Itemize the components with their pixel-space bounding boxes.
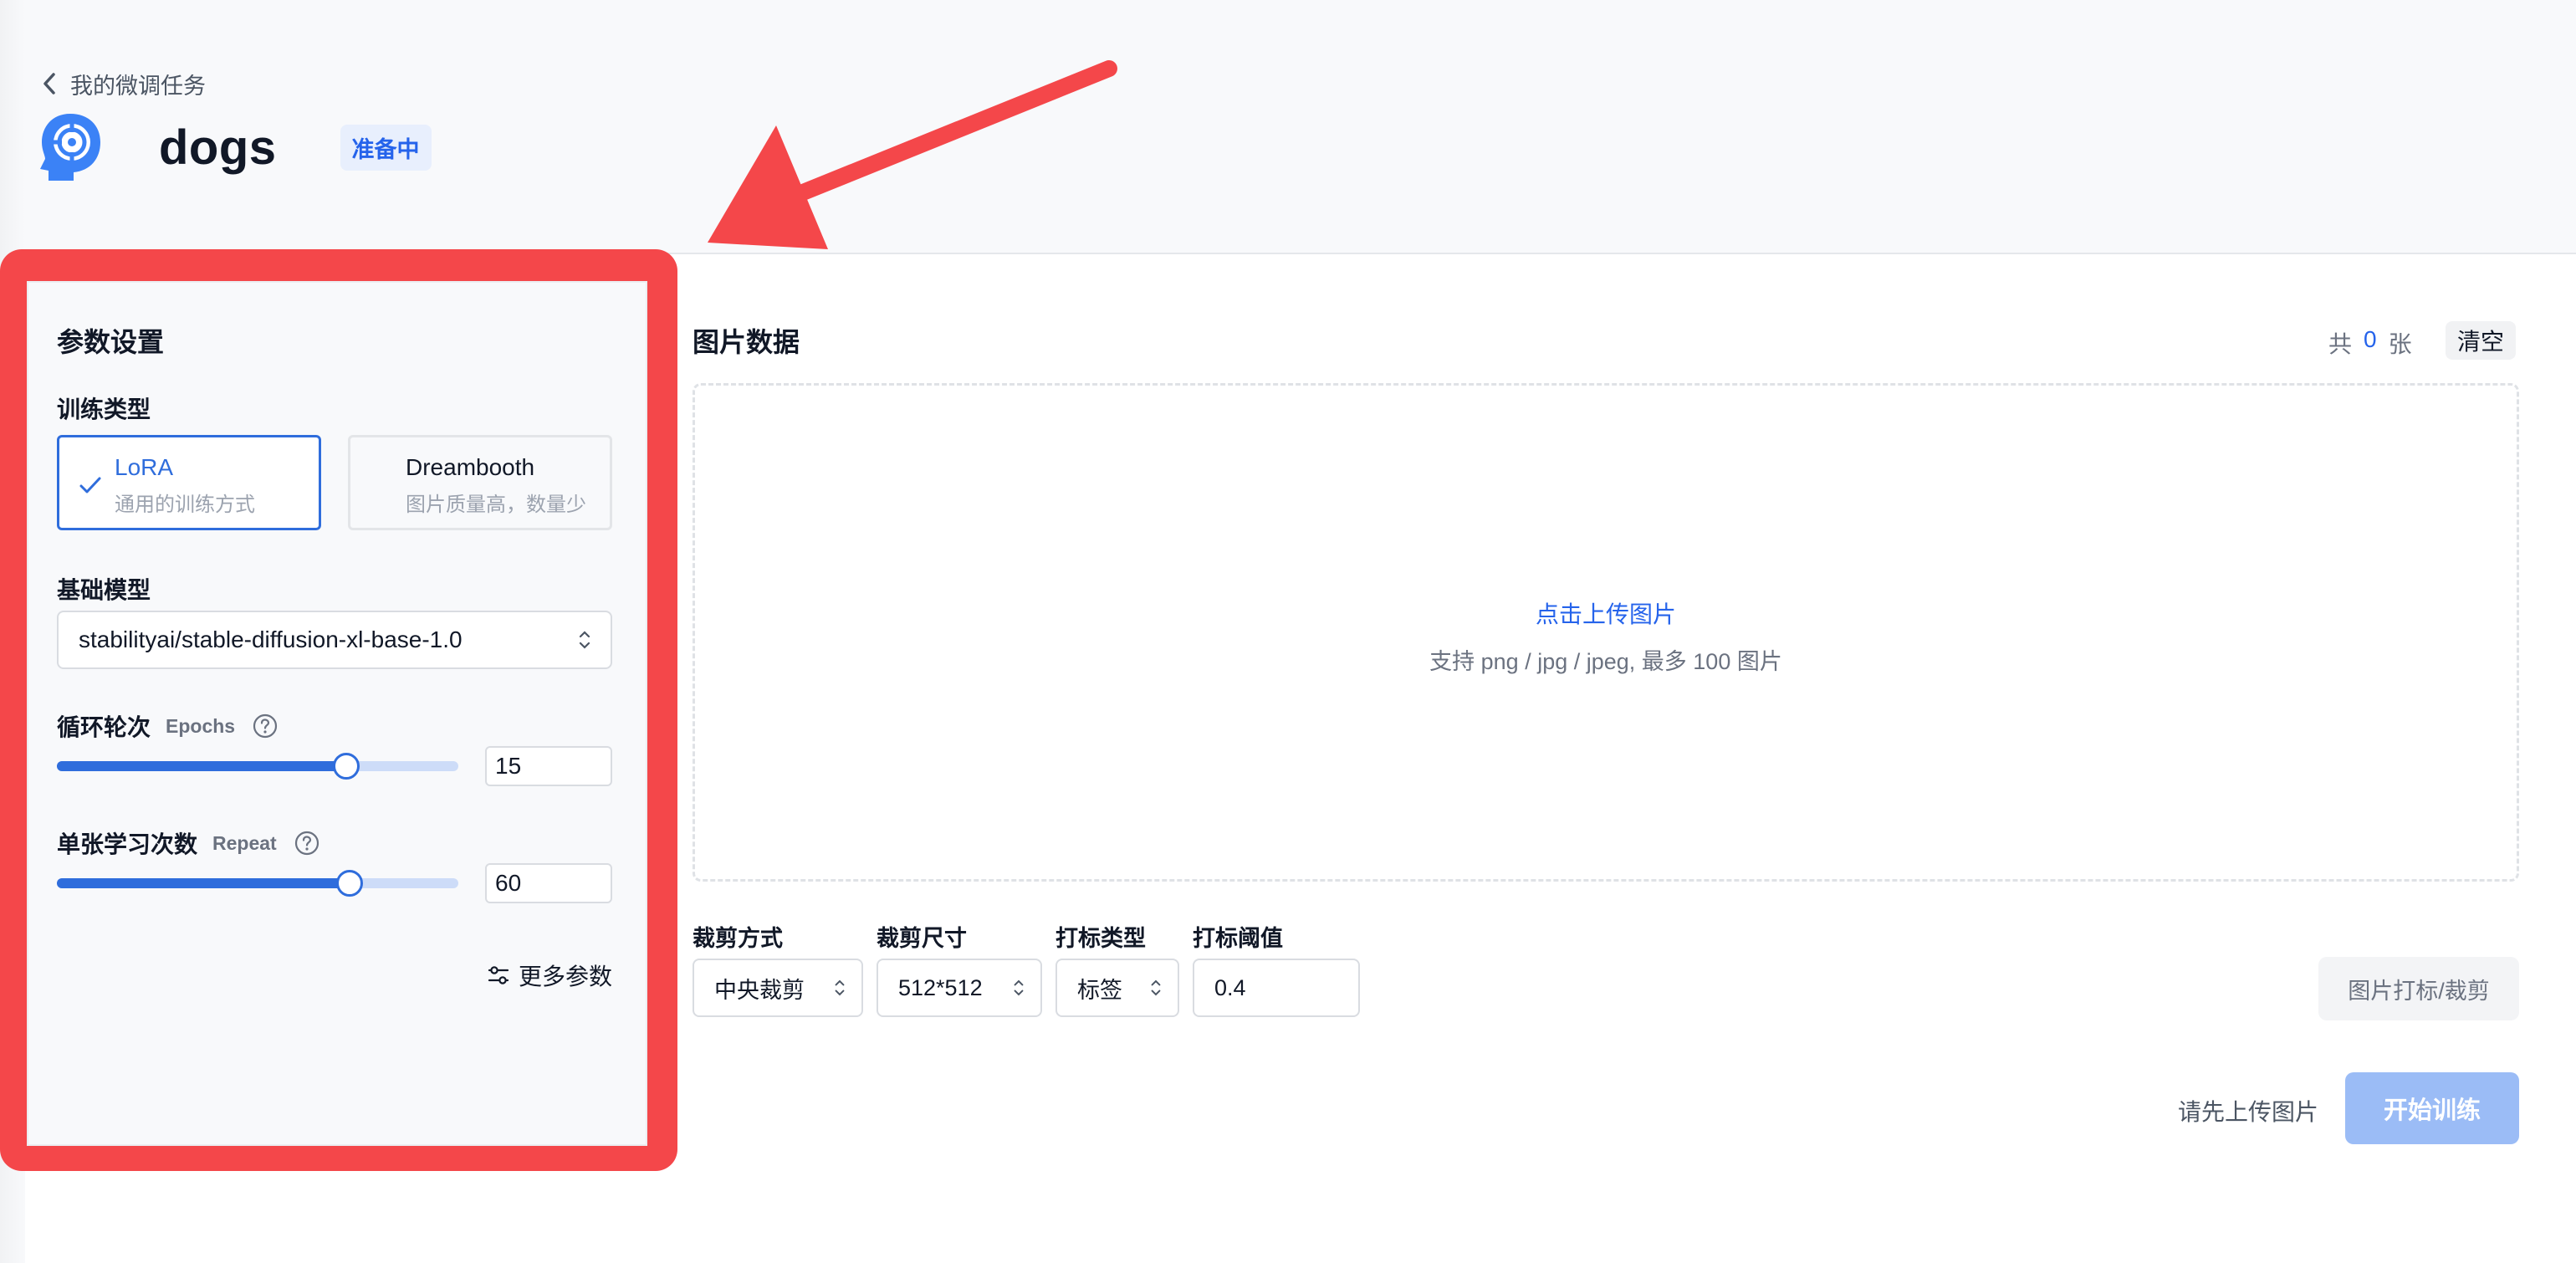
upload-first-hint: 请先上传图片 xyxy=(2178,1099,2319,1125)
params-title: 参数设置 xyxy=(57,327,165,357)
crop-mode-select[interactable]: 中央裁剪 xyxy=(693,959,863,1017)
red-arrow-annotation xyxy=(708,60,1117,249)
more-params-button[interactable]: 更多参数 xyxy=(487,959,612,992)
training-type-text: 训练类型 xyxy=(57,396,151,422)
tag-threshold-input[interactable]: 0.4 xyxy=(1193,959,1360,1017)
tag-type-value: 标签 xyxy=(1077,977,1122,1003)
head-logo-icon xyxy=(40,114,100,181)
crop-size-label: 裁剪尺寸 xyxy=(877,926,967,951)
upload-dropzone[interactable]: 点击上传图片 支持 png / jpg / jpeg, 最多 100 图片 xyxy=(693,383,2519,882)
tag-type-select[interactable]: 标签 xyxy=(1055,959,1179,1017)
epochs-slider-fill xyxy=(57,761,346,771)
upload-link[interactable]: 点击上传图片 xyxy=(695,596,2517,630)
more-params-label: 更多参数 xyxy=(519,964,613,989)
images-title: 图片数据 xyxy=(693,327,800,357)
epochs-text: 循环轮次 xyxy=(57,714,151,740)
tag-type-label: 打标类型 xyxy=(1055,926,1146,951)
chevron-up-down-icon xyxy=(1014,979,1024,996)
tag-threshold-value: 0.4 xyxy=(1214,974,1246,1000)
crop-size-value: 512*512 xyxy=(898,974,983,1000)
base-model-text: 基础模型 xyxy=(57,577,151,603)
start-training-button[interactable]: 开始训练 xyxy=(2345,1072,2519,1144)
lora-desc: 通用的训练方式 xyxy=(115,493,255,516)
lora-title: LoRA xyxy=(115,454,174,480)
base-model-value: stabilityai/stable-diffusion-xl-base-1.0 xyxy=(79,626,463,652)
epochs-slider-thumb[interactable] xyxy=(332,753,360,780)
sliders-icon xyxy=(488,966,509,984)
epochs-value: 15 xyxy=(495,753,522,779)
page-title: dogs xyxy=(159,120,277,175)
repeat-slider-fill xyxy=(57,878,350,888)
tag-crop-label: 图片打标/裁剪 xyxy=(2348,978,2490,1004)
base-model-select[interactable]: stabilityai/stable-diffusion-xl-base-1.0 xyxy=(57,611,612,669)
start-training-label: 开始训练 xyxy=(2383,1097,2481,1124)
epochs-label: 循环轮次 Epochs xyxy=(57,709,279,743)
repeat-slider[interactable] xyxy=(57,870,458,897)
status-badge: 准备中 xyxy=(340,124,432,171)
chevron-up-down-icon xyxy=(579,631,590,649)
clear-label: 清空 xyxy=(2457,329,2505,355)
crop-size-select[interactable]: 512*512 xyxy=(877,959,1042,1017)
training-type-label: 训练类型 xyxy=(57,391,151,425)
repeat-text: 单张学习次数 xyxy=(57,831,198,857)
breadcrumb-label: 我的微调任务 xyxy=(70,73,206,99)
upload-hint: 支持 png / jpg / jpeg, 最多 100 图片 xyxy=(1429,649,1782,674)
epochs-input[interactable]: 15 xyxy=(485,746,612,786)
chevron-up-down-icon xyxy=(1151,979,1161,996)
tag-threshold-label: 打标阈值 xyxy=(1193,926,1283,951)
repeat-value: 60 xyxy=(495,870,522,896)
image-count: 共 0 张 xyxy=(2328,326,2412,360)
epochs-slider[interactable] xyxy=(57,753,458,780)
repeat-input[interactable]: 60 xyxy=(485,863,612,903)
dreambooth-title: Dreambooth xyxy=(406,454,535,480)
breadcrumb[interactable]: 我的微调任务 xyxy=(40,69,206,99)
crop-mode-label: 裁剪方式 xyxy=(693,926,783,951)
clear-button[interactable]: 清空 xyxy=(2446,321,2517,360)
type-card-dreambooth[interactable]: Dreambooth 图片质量高，数量少 xyxy=(348,435,612,530)
title-row: dogs 准备中 xyxy=(37,109,432,186)
count-suffix: 张 xyxy=(2388,331,2412,357)
tag-crop-button[interactable]: 图片打标/裁剪 xyxy=(2318,957,2519,1020)
epochs-sub: Epochs xyxy=(166,714,236,737)
base-model-label: 基础模型 xyxy=(57,572,151,606)
help-icon[interactable] xyxy=(294,830,320,856)
chevron-left-icon xyxy=(43,73,55,95)
dreambooth-desc: 图片质量高，数量少 xyxy=(406,493,586,516)
repeat-label: 单张学习次数 Repeat xyxy=(57,826,320,860)
chevron-up-down-icon xyxy=(835,979,845,996)
check-icon xyxy=(79,477,101,493)
repeat-sub: Repeat xyxy=(212,831,277,854)
help-icon[interactable] xyxy=(252,713,279,739)
count-number: 0 xyxy=(2364,326,2377,352)
crop-mode-value: 中央裁剪 xyxy=(714,977,805,1003)
type-card-lora[interactable]: LoRA 通用的训练方式 xyxy=(57,435,321,530)
count-prefix: 共 xyxy=(2328,331,2353,357)
